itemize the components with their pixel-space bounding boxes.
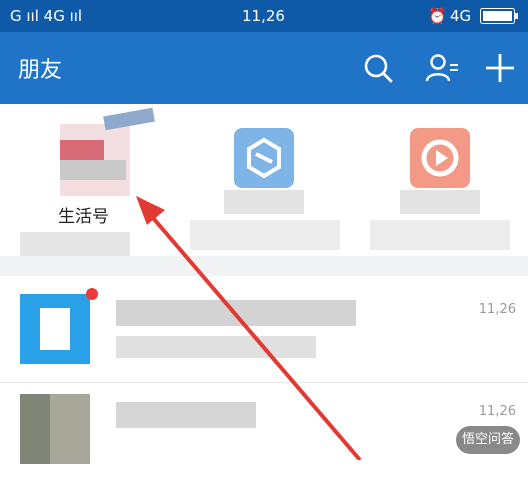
red-arrow-annotation [136, 196, 362, 460]
watermark: 悟空问答 [455, 426, 520, 454]
